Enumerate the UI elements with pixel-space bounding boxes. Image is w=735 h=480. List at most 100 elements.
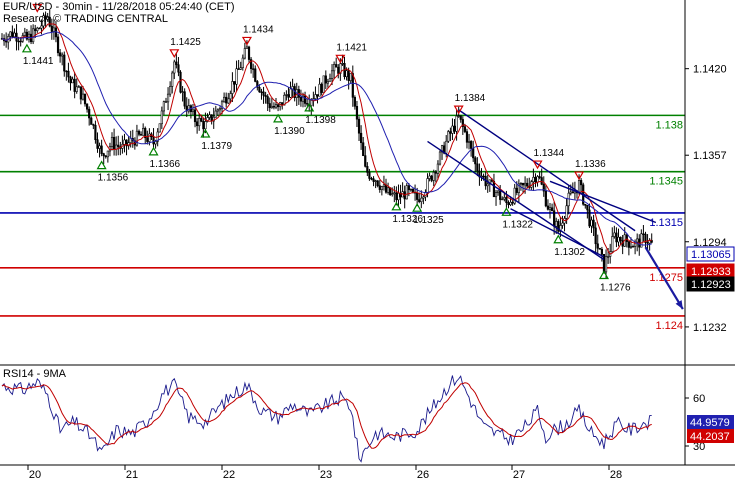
candle-body [509,201,512,206]
candle-body [158,123,161,133]
candle-body [382,184,386,187]
candle-body [503,197,506,200]
candle-body [519,182,523,185]
swing-high-label: 1.1421 [336,42,367,53]
candle-body [270,106,273,109]
candle-body [243,48,246,59]
candle-body [586,205,589,211]
candle-body [104,155,107,158]
candle-body [347,70,350,81]
candle-body [162,101,166,112]
candle-body [94,124,97,141]
candle-body [241,57,244,69]
time-tick-label: 27 [513,469,525,480]
candle-body [368,172,371,179]
swing-high-label: 1.1425 [170,37,201,48]
candle-body [83,93,87,105]
candle-body [148,133,151,142]
candle-body [546,205,550,210]
candle-body [160,110,163,125]
candle-body [438,151,442,165]
swing-high-label: 1.1434 [243,24,274,35]
candle-body [611,236,614,252]
time-tick-label: 21 [126,469,138,480]
candle-body [137,130,141,135]
candle-body [544,190,547,207]
candle-body [355,106,359,120]
candle-body [75,86,78,92]
candle-body [631,246,635,248]
candle-body [316,94,319,97]
candle-body [96,139,99,149]
candle-body [36,27,39,32]
candle-body [577,180,581,194]
candle-body [171,72,174,87]
candle-body [214,110,217,118]
price-tick-label: 1.1232 [693,322,727,334]
candle-body [592,219,595,229]
candle-body [505,197,508,203]
candle-body [247,46,251,60]
candle-body [77,86,80,88]
eurusd-chart: 1.1381.13451.13151.12751.1241.14581.1425… [0,0,735,480]
swing-high-label: 1.1336 [575,159,606,170]
candle-body [337,66,340,74]
candle-body [272,106,276,108]
candle-body [391,193,394,196]
candle-body [202,120,205,130]
candle-body [169,86,172,95]
candle-body [588,209,591,227]
swing-low-label: 1.1366 [150,159,181,170]
candle-body [372,178,375,182]
candle-body [420,197,423,203]
candle-body [88,108,91,119]
candle-body [492,181,496,198]
candle-body [179,71,182,93]
candle-body [71,78,74,84]
candle-body [34,28,37,32]
candle-body [227,98,230,104]
candle-body [225,96,228,104]
candle-body [306,103,309,105]
candle-body [374,180,377,182]
source-credit: Research © TRADING CENTRAL [3,13,168,25]
candle-body [362,142,365,156]
candle-body [453,125,456,132]
swing-low-label: 1.1356 [98,173,129,184]
candle-body [615,232,618,243]
candle-body [115,144,118,150]
candle-body [523,182,527,186]
candle-body [5,40,8,43]
candle-body [19,40,22,43]
price-tag-label: 1.12923 [691,279,731,291]
rsi-tick-label: 60 [693,393,705,405]
candle-body [233,81,236,85]
candle-body [467,141,471,143]
candle-body [274,104,278,108]
candle-body [629,246,633,248]
candle-body [380,186,383,190]
candle-body [536,176,539,183]
candle-body [90,117,93,125]
candle-body [69,76,72,84]
candle-body [540,177,543,185]
candle-body [142,127,145,136]
candle-body [328,78,332,82]
candle-body [210,114,213,122]
candle-body [102,153,105,157]
candle-body [555,221,558,227]
candle-body [40,25,43,29]
candle-body [550,207,554,212]
candle-body [434,171,437,174]
candle-body [451,125,454,134]
candle-body [345,70,348,78]
candle-body [177,64,180,73]
candle-body [191,109,195,113]
candle-body [324,75,327,84]
candle-body [17,40,20,43]
candle-body [341,63,344,65]
candle-body [110,136,114,147]
candle-body [393,192,396,195]
price-tag-label: 1.13065 [691,249,731,261]
level-label: 1.1345 [649,176,683,188]
